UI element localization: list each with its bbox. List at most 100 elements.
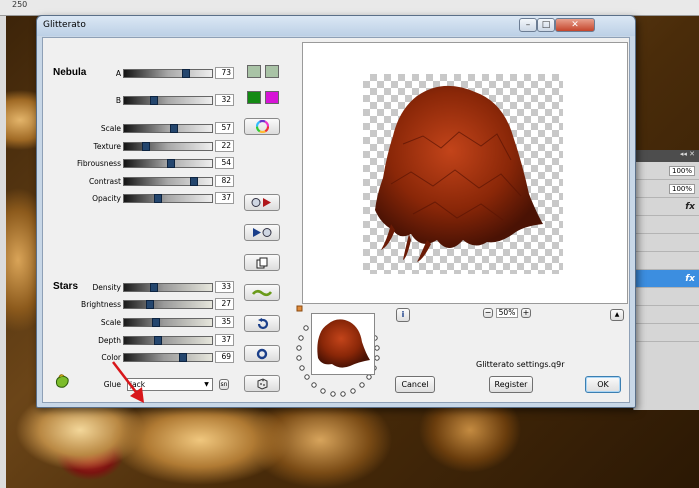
nebula-color-a2-swatch[interactable] bbox=[265, 65, 279, 78]
fill-field[interactable]: 100% bbox=[668, 183, 695, 194]
play-dice-icon bbox=[253, 228, 272, 237]
panel-row[interactable]: 100% bbox=[634, 162, 699, 180]
slider-texture[interactable] bbox=[123, 142, 213, 151]
maximize-button[interactable]: □ bbox=[537, 18, 555, 32]
slider-brightness[interactable] bbox=[123, 300, 213, 309]
zoom-out-button[interactable]: − bbox=[483, 308, 493, 318]
nebula-color-a1-swatch[interactable] bbox=[247, 65, 261, 78]
slider-thumb[interactable] bbox=[190, 177, 198, 186]
slider-thumb[interactable] bbox=[179, 353, 187, 362]
panel-row[interactable] bbox=[634, 234, 699, 252]
title-bar[interactable]: Glitterato – □ ✕ bbox=[37, 16, 635, 36]
slider-b[interactable] bbox=[123, 96, 213, 105]
value-field-opacity[interactable]: 37 bbox=[215, 192, 234, 204]
value-field-density[interactable]: 33 bbox=[215, 281, 234, 293]
param-label: Opacity bbox=[92, 194, 121, 203]
value-field-fibrousness[interactable]: 54 bbox=[215, 157, 234, 169]
slider-thumb[interactable] bbox=[150, 283, 158, 292]
slider-scale[interactable] bbox=[123, 124, 213, 133]
transparency-checkerboard bbox=[363, 74, 563, 274]
dialog-client: Nebula A 73 B 32 Scale 57 Texture 22 Fib… bbox=[42, 37, 630, 403]
opacity-field[interactable]: 100% bbox=[668, 165, 695, 176]
nebula-color-b2-swatch[interactable] bbox=[265, 91, 279, 104]
preset-thumbnail[interactable] bbox=[311, 313, 375, 375]
undo-button[interactable] bbox=[244, 315, 280, 332]
panel-row[interactable]: fx bbox=[634, 198, 699, 216]
value-field-star-scale[interactable]: 35 bbox=[215, 316, 234, 328]
value-field-color[interactable]: 69 bbox=[215, 351, 234, 363]
dice-icon bbox=[257, 378, 267, 390]
value-field-texture[interactable]: 22 bbox=[215, 140, 234, 152]
play-random-button[interactable] bbox=[244, 224, 280, 241]
slider-thumb[interactable] bbox=[154, 194, 162, 203]
color-wheel-icon bbox=[255, 120, 269, 133]
panel-row[interactable] bbox=[634, 324, 699, 342]
glue-extra-button[interactable]: sn bbox=[219, 379, 229, 390]
slider-thumb[interactable] bbox=[152, 318, 160, 327]
slider-thumb[interactable] bbox=[146, 300, 154, 309]
panel-row-selected[interactable]: fx bbox=[634, 270, 699, 288]
annotation-arrow-icon bbox=[112, 361, 144, 403]
layers-panel: ◂◂ ✕ 100% 100% fx fx bbox=[633, 150, 699, 410]
param-label: A bbox=[115, 69, 121, 78]
window-title: Glitterato bbox=[43, 20, 86, 30]
slider-thumb[interactable] bbox=[182, 69, 190, 78]
slider-depth[interactable] bbox=[123, 336, 213, 345]
zoom-value: 50% bbox=[496, 308, 518, 318]
zoom-in-button[interactable]: + bbox=[521, 308, 531, 318]
collapse-button[interactable]: ▲ bbox=[610, 309, 624, 321]
value-field-a[interactable]: 73 bbox=[215, 67, 234, 79]
slider-thumb[interactable] bbox=[167, 159, 175, 168]
ring-button[interactable] bbox=[244, 345, 280, 362]
glue-label: Glue bbox=[103, 380, 121, 389]
slider-thumb[interactable] bbox=[150, 96, 158, 105]
param-label: B bbox=[115, 96, 121, 105]
slider-thumb[interactable] bbox=[154, 336, 162, 345]
close-button[interactable]: ✕ bbox=[555, 18, 595, 32]
panel-row[interactable]: 100% bbox=[634, 180, 699, 198]
slider-thumb[interactable] bbox=[170, 124, 178, 133]
slider-density[interactable] bbox=[123, 283, 213, 292]
slider-star-scale[interactable] bbox=[123, 318, 213, 327]
preview-pane[interactable] bbox=[302, 42, 628, 304]
dice-button[interactable] bbox=[244, 375, 280, 392]
cancel-button[interactable]: Cancel bbox=[395, 376, 435, 393]
value-field-brightness[interactable]: 27 bbox=[215, 298, 234, 310]
panel-header[interactable]: ◂◂ ✕ bbox=[634, 150, 699, 162]
dice-play-icon bbox=[251, 198, 271, 207]
fx-icon[interactable]: fx bbox=[685, 274, 695, 284]
ruler-tick: 250 bbox=[12, 0, 28, 9]
slider-opacity[interactable] bbox=[123, 194, 213, 203]
copy-button[interactable] bbox=[244, 254, 280, 271]
slider-contrast[interactable] bbox=[123, 177, 213, 186]
param-label: Scale bbox=[100, 318, 121, 327]
wave-icon bbox=[252, 289, 272, 296]
panel-row[interactable] bbox=[634, 216, 699, 234]
undo-icon bbox=[257, 317, 268, 329]
value-field-depth[interactable]: 37 bbox=[215, 334, 234, 346]
preset-name: Glitterato settings.q9r bbox=[476, 360, 565, 369]
slider-a[interactable] bbox=[123, 69, 213, 78]
value-field-scale[interactable]: 57 bbox=[215, 122, 234, 134]
minimize-button[interactable]: – bbox=[519, 18, 537, 32]
panel-row[interactable] bbox=[634, 252, 699, 270]
color-wheel-button[interactable] bbox=[244, 118, 280, 135]
ok-button[interactable]: OK bbox=[585, 376, 621, 393]
value-field-contrast[interactable]: 82 bbox=[215, 175, 234, 187]
copy-icon bbox=[256, 257, 268, 268]
info-button[interactable]: i bbox=[396, 308, 410, 322]
panel-row[interactable] bbox=[634, 288, 699, 306]
nebula-color-b1-swatch[interactable] bbox=[247, 91, 261, 104]
randomize-apply-button[interactable] bbox=[244, 194, 280, 211]
left-ruler bbox=[0, 16, 6, 488]
value-field-b[interactable]: 32 bbox=[215, 94, 234, 106]
slider-thumb[interactable] bbox=[142, 142, 150, 151]
register-button[interactable]: Register bbox=[489, 376, 533, 393]
slider-fibrousness[interactable] bbox=[123, 159, 213, 168]
fx-icon[interactable]: fx bbox=[685, 202, 695, 212]
panel-row[interactable] bbox=[634, 306, 699, 324]
preset-marker-icon bbox=[296, 305, 303, 312]
wave-button[interactable] bbox=[244, 284, 280, 301]
param-label: Depth bbox=[98, 336, 121, 345]
param-label: Fibrousness bbox=[77, 159, 121, 168]
